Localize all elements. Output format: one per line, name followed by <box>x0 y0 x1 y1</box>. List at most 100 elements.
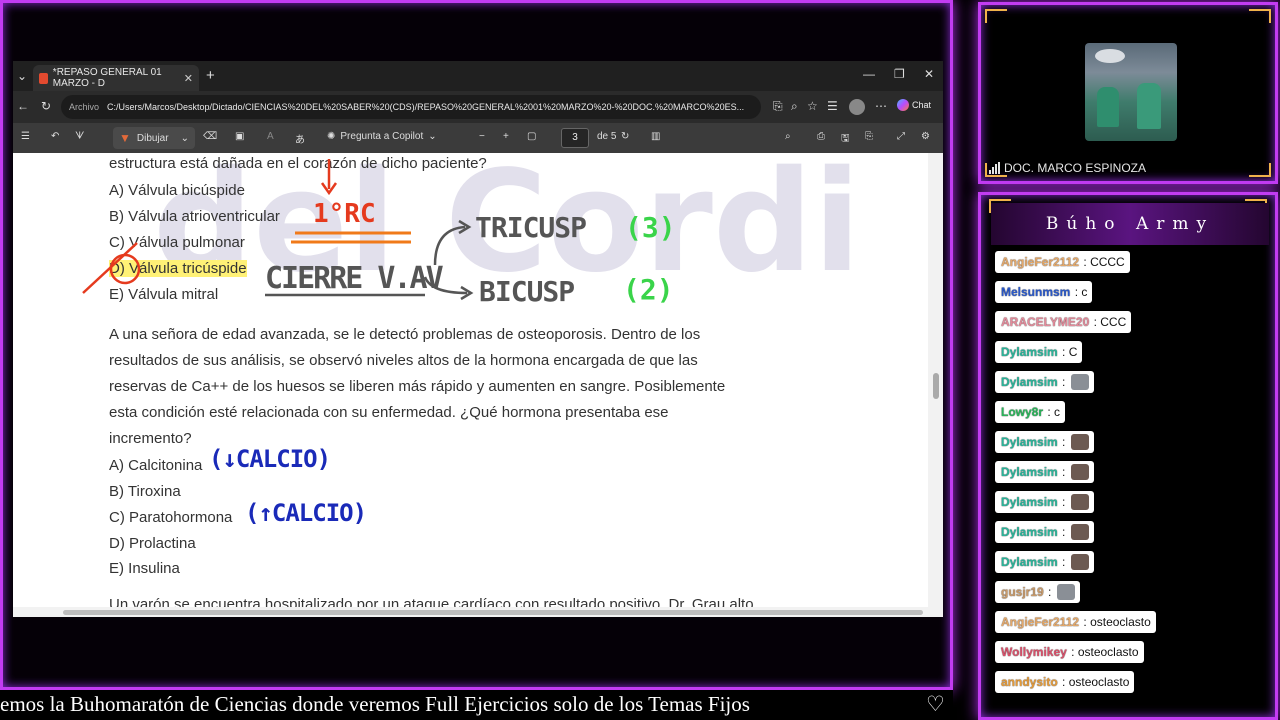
chat-username[interactable]: Dylamsim <box>1000 375 1059 389</box>
text-box-icon[interactable]: ▣ <box>235 131 244 142</box>
zoom-in-icon[interactable]: + <box>503 131 509 142</box>
restore-icon[interactable]: ❐ <box>894 67 905 81</box>
chat-separator: : <box>1058 495 1069 509</box>
chat-message: AngieFer2112 : osteoclasto <box>995 611 1156 633</box>
pdf-toolbar: ☰ ↶ ᗐ ▼ Dibujar ⌄ ⌫ ▣ A あ ✺ Pregunta a C… <box>13 123 943 153</box>
close-window-icon[interactable]: ✕ <box>924 67 934 81</box>
tab-actions-icon[interactable]: ⌄ <box>17 69 27 83</box>
chat-username[interactable]: Dylamsim <box>1000 525 1059 539</box>
vertical-scrollbar[interactable] <box>928 153 943 607</box>
refresh-icon[interactable]: ↻ <box>41 99 51 113</box>
chat-username[interactable]: anndysito <box>1000 675 1059 689</box>
ink-answer-circle <box>109 253 141 285</box>
profile-avatar[interactable] <box>849 99 865 115</box>
save-icon[interactable]: 🖫 <box>841 131 850 148</box>
chat-username[interactable]: gusjr19 <box>1000 585 1045 599</box>
chat-separator: : <box>1058 555 1069 569</box>
hscroll-thumb[interactable] <box>63 610 923 615</box>
ink-first-sound: 1°RC <box>313 199 376 229</box>
ticker-text: emos la Buhomaratón de Ciencias donde ve… <box>0 692 750 716</box>
ink-calcitonin-note: (↓CALCIO) <box>209 445 331 473</box>
chat-frame: Búho Army AngieFer2112 : CCCC Melsunmsm :… <box>978 192 1278 720</box>
chat-username[interactable]: Dylamsim <box>1000 465 1059 479</box>
chat-message: Dylamsim : <box>995 551 1094 573</box>
presenter-name: DOC. MARCO ESPINOZA <box>1004 161 1147 175</box>
zoom-icon[interactable]: ⌕ <box>791 99 798 114</box>
favorites-bar-icon[interactable]: ☰ <box>827 99 838 113</box>
ink-parathormone-note: (↑CALCIO) <box>245 499 367 527</box>
signal-bars-icon <box>989 162 1000 174</box>
chat-message: Wollymikey : osteoclasto <box>995 641 1144 663</box>
chat-message: Dylamsim : <box>995 371 1094 393</box>
expand-icon[interactable]: ⤢ <box>897 131 905 142</box>
heart-icon: ♡ <box>926 692 945 716</box>
scroll-thumb[interactable] <box>933 373 939 399</box>
horizontal-scrollbar[interactable] <box>13 607 943 617</box>
address-field[interactable]: Archivo C:/Users/Marcos/Desktop/Dictado/… <box>61 95 761 119</box>
chat-message: Dylamsim : <box>995 461 1094 483</box>
address-label: Archivo <box>69 102 100 112</box>
new-tab-icon[interactable]: + <box>206 67 215 84</box>
draw-button[interactable]: ▼ Dibujar ⌄ <box>113 127 195 149</box>
contents-icon[interactable]: ☰ <box>21 131 30 142</box>
copilot-chat-button[interactable]: Chat <box>897 99 931 111</box>
chat-username[interactable]: Melsunmsm <box>1000 285 1071 299</box>
eraser-icon[interactable]: ⌫ <box>203 131 217 142</box>
page-view-icon[interactable]: ▥ <box>651 131 660 142</box>
address-bar-row: ← ↻ Archivo C:/Users/Marcos/Desktop/Dict… <box>13 91 943 123</box>
scrolling-ticker: emos la Buhomaratón de Ciencias donde ve… <box>0 690 953 720</box>
undo-icon[interactable]: ↶ <box>51 131 59 142</box>
chat-message: Dylamsim : <box>995 521 1094 543</box>
translate-icon[interactable]: あ <box>295 131 305 146</box>
chat-username[interactable]: ARACELYME20 <box>1000 315 1090 329</box>
chat-username[interactable]: Dylamsim <box>1000 435 1059 449</box>
copilot-small-icon: ✺ <box>327 131 336 142</box>
chat-username[interactable]: Dylamsim <box>1000 345 1059 359</box>
chat-username[interactable]: AngieFer2112 <box>1000 255 1080 269</box>
chat-separator: : <box>1058 525 1069 539</box>
settings-icon[interactable]: ⚙ <box>921 131 930 142</box>
cat-emote-icon <box>1070 374 1089 390</box>
highlight-icon[interactable]: ᗐ <box>75 131 84 142</box>
chat-text: CCC <box>1100 315 1127 329</box>
page-number-input[interactable]: 3 <box>561 128 589 148</box>
chat-username[interactable]: Wollymikey <box>1000 645 1068 659</box>
pdf-page: del Cordi estructura está dañada en el c… <box>13 153 928 607</box>
fit-page-icon[interactable]: ▢ <box>527 131 536 142</box>
address-url: C:/Users/Marcos/Desktop/Dictado/CIENCIAS… <box>107 102 745 112</box>
webcam-frame: DOC. MARCO ESPINOZA <box>978 2 1278 184</box>
close-tab-icon[interactable]: ✕ <box>184 72 193 85</box>
chat-text: osteoclasto <box>1077 645 1139 659</box>
chat-separator: : <box>1058 675 1069 689</box>
minimize-icon[interactable]: — <box>863 67 875 81</box>
chat-message: Dylamsim : <box>995 491 1094 513</box>
chat-title: Búho Army <box>991 203 1269 245</box>
frame-corner <box>985 9 1007 23</box>
favorite-icon[interactable]: ☆ <box>807 99 818 113</box>
chat-separator: : <box>1071 285 1082 299</box>
ask-copilot-button[interactable]: ✺ Pregunta a Copilot ⌄ <box>327 131 437 142</box>
chat-username[interactable]: AngieFer2112 <box>1000 615 1080 629</box>
rotate-icon[interactable]: ↻ <box>621 131 629 142</box>
face-emote-icon <box>1070 494 1089 510</box>
search-icon[interactable]: ⌕ <box>785 131 791 142</box>
face-emote-icon <box>1070 464 1089 480</box>
chat-text: C <box>1068 345 1078 359</box>
browser-tab[interactable]: *REPASO GENERAL 01 MARZO - D ✕ <box>33 65 199 91</box>
pdf-icon <box>39 72 48 84</box>
browser-window: ⌄ *REPASO GENERAL 01 MARZO - D ✕ + — ❐ ✕… <box>13 61 943 617</box>
chat-username[interactable]: Dylamsim <box>1000 555 1059 569</box>
ink-valve-closure: CIERRE V.AV <box>265 261 444 296</box>
text-format-icon[interactable]: A <box>267 131 274 142</box>
chat-username[interactable]: Dylamsim <box>1000 495 1059 509</box>
more-icon[interactable]: ⋯ <box>875 99 887 113</box>
print-icon[interactable]: ⎙ <box>817 131 825 142</box>
back-icon[interactable]: ← <box>17 99 29 113</box>
webcam-video <box>1085 43 1177 141</box>
zoom-out-icon[interactable]: − <box>479 131 485 142</box>
chat-username[interactable]: Lowy8r <box>1000 405 1044 419</box>
ink-bicuspid: BICUSP <box>479 275 575 308</box>
read-aloud-icon[interactable]: ⎘ <box>773 99 783 114</box>
save-as-icon[interactable]: ⎘ <box>865 131 873 142</box>
chevron-down-icon: ⌄ <box>428 131 437 142</box>
